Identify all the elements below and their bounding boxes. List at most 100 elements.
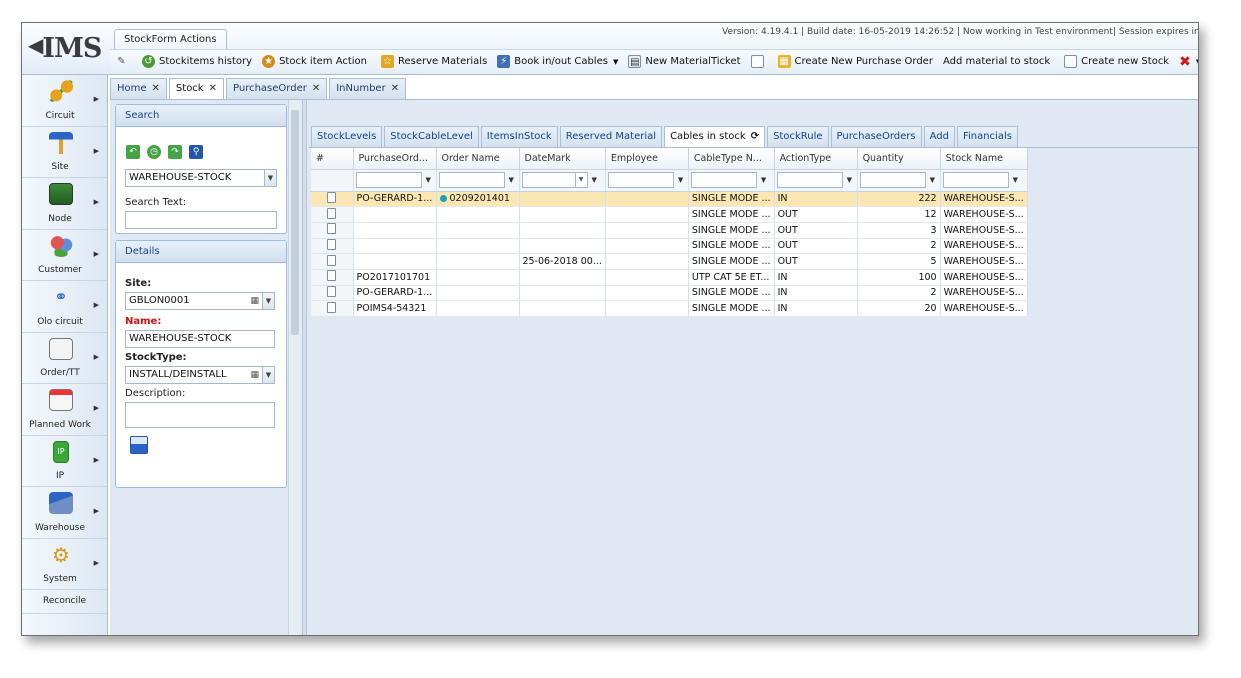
row-edit-cell[interactable] (311, 191, 354, 208)
nav-item-order-tt[interactable]: Order/TT ▶ (22, 333, 107, 384)
column-header[interactable]: Employee (605, 148, 689, 170)
column-header[interactable]: Quantity (857, 148, 941, 170)
column-header[interactable]: # (311, 148, 354, 170)
column-header[interactable]: ActionType (774, 148, 858, 170)
filter-input[interactable] (690, 172, 757, 188)
forward-icon[interactable]: ↷ (168, 145, 182, 159)
filter-input[interactable] (859, 172, 926, 188)
nav-item-customer[interactable]: Customer ▶ (22, 230, 107, 281)
edit-row-icon[interactable] (327, 238, 337, 250)
tab-reserved-material[interactable]: Reserved Material (559, 126, 663, 147)
nav-item-reconcile[interactable]: Reconcile (22, 590, 107, 614)
site-field[interactable]: GBLON0001 ▦ ▼ (125, 292, 275, 310)
panel-splitter[interactable] (302, 100, 307, 635)
edit-row-icon[interactable] (327, 270, 337, 282)
tab-stock-rule[interactable]: StockRule (767, 126, 829, 147)
tab-add[interactable]: Add (923, 126, 955, 147)
book-inout-cables-button[interactable]: ⚡ Book in/out Cables ▼ (492, 51, 623, 73)
tab-stock-cable-level[interactable]: StockCableLevel (384, 126, 479, 147)
filter-input[interactable] (942, 172, 1009, 188)
ribbon-tab-stockform-actions[interactable]: StockForm Actions (114, 29, 227, 50)
create-new-po-button[interactable]: ▦ Create New Purchase Order (773, 51, 938, 73)
tab-cables-in-stock[interactable]: Cables in stock ⟳ (664, 126, 766, 147)
column-header[interactable]: Stock Name (940, 148, 1028, 170)
save-icon[interactable] (130, 436, 148, 454)
edit-row-icon[interactable] (327, 301, 337, 313)
filter-icon[interactable]: ▼ (592, 176, 597, 184)
tab-items-in-stock[interactable]: ItemsInStock (480, 126, 558, 147)
close-icon[interactable]: ✕ (312, 83, 320, 94)
nav-item-ip[interactable]: IP IP ▶ (22, 436, 107, 487)
tab-purchase-orders[interactable]: PurchaseOrders (830, 126, 922, 147)
binoculars-icon[interactable]: ⚲ (189, 145, 203, 159)
filter-date-input[interactable]: ▼ (521, 172, 588, 188)
pencil-tool-button[interactable]: ✎ (110, 51, 137, 73)
tab-financials[interactable]: Financials (956, 126, 1018, 147)
description-field[interactable] (125, 402, 275, 428)
filter-input[interactable] (438, 172, 505, 188)
column-header[interactable]: CableType N... (688, 148, 775, 170)
edit-row-icon[interactable] (327, 285, 337, 297)
back-icon[interactable]: ↶ (126, 145, 140, 159)
blank-document-button[interactable] (746, 51, 773, 73)
add-material-to-stock-button[interactable]: Add material to stock (938, 51, 1055, 73)
nav-item-olo-circuit[interactable]: ⚭ Olo circuit ▶ (22, 281, 107, 333)
filter-input[interactable] (607, 172, 674, 188)
nav-item-circuit[interactable]: Circuit ▶ (22, 75, 107, 127)
row-edit-cell[interactable] (311, 206, 354, 223)
stockitems-history-button[interactable]: ↺ Stockitems history (137, 51, 257, 73)
filter-icon[interactable]: ▼ (847, 176, 852, 184)
table-row[interactable]: SINGLE MODE ... OUT 12 WAREHOUSE-S... (311, 206, 1028, 223)
filter-icon[interactable]: ▼ (761, 176, 766, 184)
filter-icon[interactable]: ▼ (1013, 176, 1018, 184)
table-row[interactable]: SINGLE MODE ... OUT 2 WAREHOUSE-S... (311, 238, 1028, 255)
filter-icon[interactable]: ▼ (678, 176, 683, 184)
edit-row-icon[interactable] (327, 207, 337, 219)
column-header[interactable]: DateMark (519, 148, 606, 170)
name-field[interactable]: WAREHOUSE-STOCK (125, 330, 275, 348)
edit-row-icon[interactable] (327, 191, 337, 203)
filter-input[interactable] (355, 172, 422, 188)
chevron-down-icon[interactable]: ▼ (264, 170, 276, 186)
table-row[interactable]: POIMS4-54321 SINGLE MODE ... IN 20 WAREHOUSE… (311, 300, 1028, 317)
row-edit-cell[interactable] (311, 253, 354, 270)
reserve-materials-button[interactable]: ☆ Reserve Materials (376, 51, 492, 73)
chevron-down-icon[interactable]: ▼ (574, 173, 587, 187)
tab-stock[interactable]: Stock ✕ (168, 78, 224, 99)
refresh-icon[interactable]: ⟳ (751, 131, 759, 142)
nav-item-node[interactable]: Node ▶ (22, 178, 107, 230)
row-edit-cell[interactable] (311, 269, 354, 286)
tab-stock-levels[interactable]: StockLevels (311, 126, 383, 147)
create-new-stock-button[interactable]: Create new Stock (1059, 51, 1174, 73)
chevron-down-icon[interactable]: ▼ (262, 293, 274, 309)
edit-row-icon[interactable] (327, 223, 337, 235)
table-row[interactable]: PO-GERARD-1... SINGLE MODE ... IN 2 WAREHOUS… (311, 285, 1028, 302)
column-header[interactable]: Order Name (436, 148, 520, 170)
row-edit-cell[interactable] (311, 285, 354, 302)
nav-item-system[interactable]: ⚙ System ▶ (22, 539, 107, 590)
chevron-down-icon[interactable]: ▼ (262, 367, 274, 383)
tab-home[interactable]: Home ✕ (110, 78, 167, 99)
filter-icon[interactable]: ▼ (930, 176, 935, 184)
tab-purchase-order[interactable]: PurchaseOrder ✕ (226, 78, 328, 99)
new-material-ticket-button[interactable]: ▤ New MaterialTicket (623, 51, 745, 73)
row-edit-cell[interactable] (311, 222, 354, 239)
delete-button[interactable]: ✖▼ (1174, 51, 1198, 73)
tab-in-number[interactable]: InNumber ✕ (329, 78, 407, 99)
filter-icon[interactable]: ▼ (426, 176, 431, 184)
nav-item-site[interactable]: Site ▶ (22, 127, 107, 178)
scrollbar-thumb[interactable] (291, 110, 299, 335)
close-icon[interactable]: ✕ (391, 83, 399, 94)
warehouse-select[interactable]: WAREHOUSE-STOCK ▼ (125, 169, 277, 187)
stock-item-action-button[interactable]: ★ Stock item Action (257, 51, 372, 73)
table-row[interactable]: PO2017101701 UTP CAT 5E ET... IN 100 WAREHOU… (311, 269, 1028, 286)
search-text-input[interactable] (125, 211, 277, 229)
edit-row-icon[interactable] (327, 254, 337, 266)
close-icon[interactable]: ✕ (209, 83, 217, 94)
filter-icon[interactable]: ▼ (509, 176, 514, 184)
row-edit-cell[interactable] (311, 238, 354, 255)
clock-icon[interactable]: ◷ (147, 145, 161, 159)
left-panel-scrollbar[interactable] (288, 100, 300, 635)
table-row[interactable]: SINGLE MODE ... OUT 3 WAREHOUSE-S... (311, 222, 1028, 239)
nav-item-planned-work[interactable]: Planned Work ▶ (22, 384, 107, 436)
